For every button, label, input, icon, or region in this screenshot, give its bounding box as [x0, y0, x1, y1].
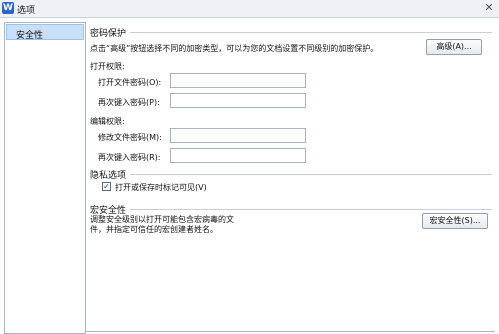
edit-permission-heading: 编辑权限: — [90, 117, 125, 126]
open-password-label: 打开文件密码(O): — [98, 78, 162, 87]
category-sidebar: 安全性 — [4, 22, 86, 334]
modify-password-field[interactable] — [170, 128, 306, 143]
advanced-button[interactable]: 高级(A)... — [426, 39, 482, 55]
password-protection-description: 点击“高级”按钮选择不同的加密类型，可以为您的文档设置不同级别的加密保护。 — [90, 44, 379, 53]
section-divider — [130, 209, 492, 210]
window-title: 选项 — [17, 6, 36, 16]
modify-confirm-password-field[interactable] — [170, 148, 306, 163]
macro-security-button[interactable]: 宏安全性(S)... — [422, 213, 488, 229]
close-icon[interactable]: ✕ — [482, 1, 496, 15]
password-protection-heading: 密码保护 — [90, 29, 127, 39]
settings-panel: 密码保护 点击“高级”按钮选择不同的加密类型，可以为您的文档设置不同级别的加密保… — [86, 22, 495, 332]
panel-bottom-border — [86, 331, 495, 332]
section-divider — [130, 174, 492, 175]
open-confirm-password-field[interactable] — [170, 93, 306, 108]
wps-app-icon: W — [2, 2, 14, 14]
modify-confirm-label: 再次键入密码(R): — [98, 153, 161, 162]
mark-visible-label: 打开或保存时标记可见(V) — [115, 183, 207, 192]
open-permission-heading: 打开权限: — [90, 62, 125, 71]
sidebar-item-label: 安全性 — [16, 31, 44, 41]
macro-security-description-line2: 件，并指定可信任的宏创建者姓名。 — [90, 225, 218, 234]
title-bar: W 选项 ✕ — [0, 0, 499, 18]
open-password-field[interactable] — [170, 73, 306, 88]
open-confirm-label: 再次键入密码(P): — [98, 98, 160, 107]
section-divider — [130, 32, 492, 33]
sidebar-item-security[interactable]: 安全性 — [6, 24, 84, 41]
modify-password-label: 修改文件密码(M): — [98, 133, 162, 142]
mark-visible-checkbox[interactable]: ✓ — [102, 182, 111, 191]
privacy-heading: 隐私选项 — [90, 171, 127, 181]
